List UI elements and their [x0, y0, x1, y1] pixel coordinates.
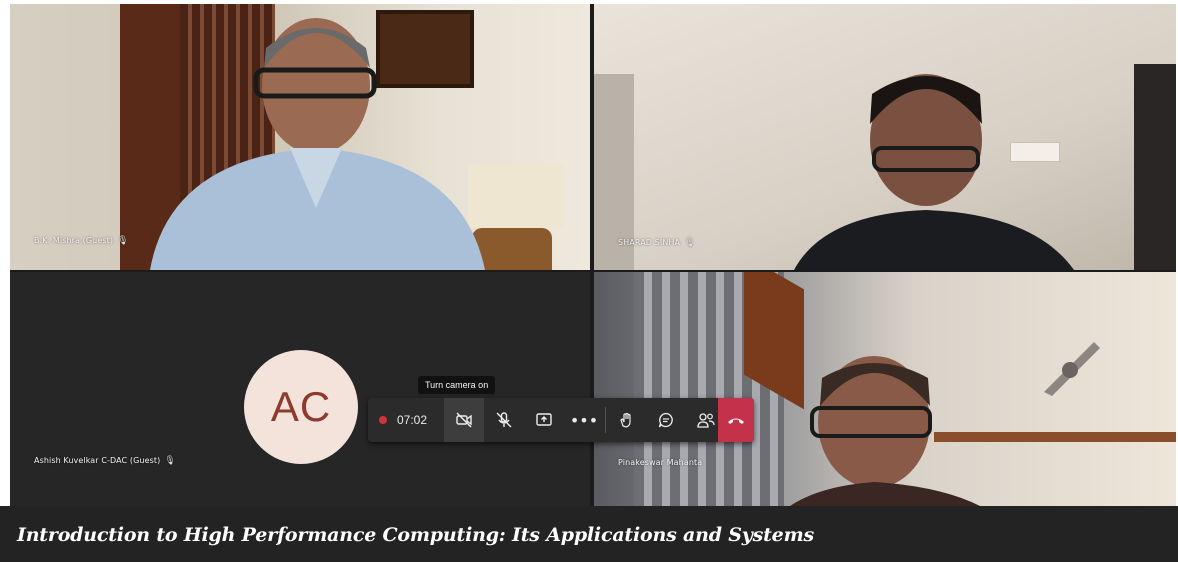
- caption-bar: Introduction to High Performance Computi…: [0, 506, 1178, 562]
- call-timer: 07:02: [396, 413, 428, 427]
- mic-muted-icon: 🎙: [684, 238, 696, 248]
- participant-name-4: Pinakeswar Mahanta: [618, 458, 702, 467]
- raise-hand-button[interactable]: [606, 398, 646, 442]
- camera-tooltip: Turn camera on: [418, 376, 496, 394]
- participant-name-3: Ashish Kuvelkar C-DAC (Guest) 🎙: [34, 456, 176, 466]
- participant-name-1: B.K. Mishra (Guest) 🎙: [34, 236, 129, 246]
- microphone-button[interactable]: [484, 398, 524, 442]
- share-screen-icon: [536, 413, 552, 426]
- video-tile-sharad-sinha: SHARAD SINHA 🎙: [594, 4, 1176, 270]
- participant-name-label: SHARAD SINHA: [618, 238, 681, 247]
- raise-hand-icon: [620, 412, 631, 428]
- screenshot-frame: B.K. Mishra (Guest) 🎙 SHARAD SINHA 🎙 AC As…: [0, 0, 1178, 562]
- participant-avatar: AC: [244, 350, 358, 464]
- more-icon: •••: [569, 410, 599, 430]
- video-tile-pinakeswar-mahanta: Pinakeswar Mahanta: [594, 272, 1176, 506]
- more-actions-button[interactable]: •••: [564, 398, 604, 442]
- video-tile-bk-mishra: B.K. Mishra (Guest) 🎙: [10, 4, 590, 270]
- ceiling-fan: [1044, 342, 1100, 396]
- video-tile-ashish-kuvelkar: AC Ashish Kuvelkar C-DAC (Guest) 🎙: [10, 272, 590, 506]
- camera-off-icon: [456, 412, 472, 428]
- door-right: [1134, 64, 1176, 270]
- participant-name-label: B.K. Mishra (Guest): [34, 236, 114, 245]
- person-bk-mishra: [150, 18, 485, 270]
- hang-up-button[interactable]: [718, 398, 754, 442]
- chat-button[interactable]: [646, 398, 686, 442]
- call-toolbar: 07:02 •••: [368, 398, 754, 442]
- participant-name-label: Pinakeswar Mahanta: [618, 458, 703, 467]
- participant-name-label: Ashish Kuvelkar C-DAC (Guest): [34, 456, 161, 465]
- person-pinakeswar-mahanta: [790, 356, 980, 506]
- mic-off-icon: [496, 412, 512, 428]
- caption-title: Introduction to High Performance Computi…: [17, 524, 814, 546]
- participant-name-2: SHARAD SINHA 🎙: [618, 238, 696, 248]
- chat-icon: [658, 412, 673, 428]
- hang-up-icon: [728, 418, 744, 424]
- record-icon: [378, 416, 387, 424]
- people-icon: [697, 413, 715, 428]
- avatar-initials: AC: [270, 383, 332, 430]
- person-sharad-sinha: [794, 74, 1074, 270]
- recording-timer: 07:02: [368, 398, 438, 442]
- share-screen-button[interactable]: [524, 398, 564, 442]
- mic-muted-icon: 🎙: [117, 236, 129, 246]
- mic-muted-icon: 🎙: [164, 456, 176, 466]
- camera-button[interactable]: [444, 398, 484, 442]
